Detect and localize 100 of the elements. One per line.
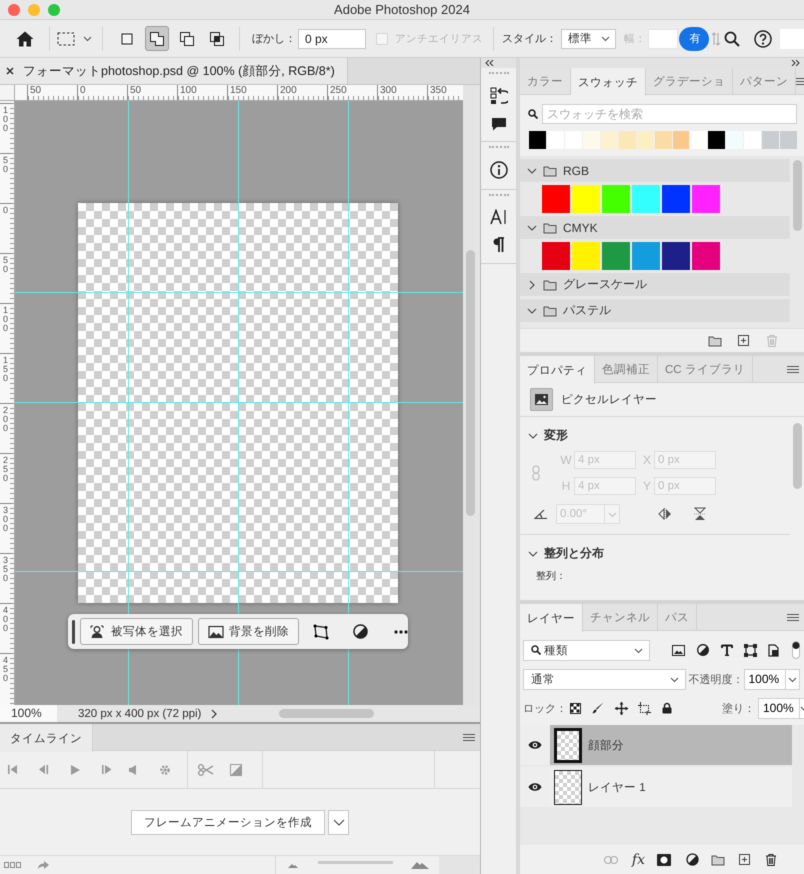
dropdown-button[interactable] xyxy=(328,810,349,834)
dashed-rectangle-icon[interactable] xyxy=(56,30,76,48)
menu-icon[interactable] xyxy=(787,364,799,374)
lock-transparency-icon[interactable] xyxy=(570,702,581,714)
panel-tab[interactable]: レイヤー xyxy=(520,604,583,632)
large-mountain-icon[interactable] xyxy=(411,861,430,869)
artboard-icon[interactable] xyxy=(638,702,651,714)
scrollbar-thumb[interactable] xyxy=(466,250,475,516)
menu-icon[interactable] xyxy=(787,612,799,622)
color-swatch[interactable] xyxy=(600,131,618,149)
chevron-icon[interactable] xyxy=(527,166,537,176)
scrollbar-thumb[interactable] xyxy=(793,423,802,489)
frames-icon[interactable] xyxy=(4,862,22,868)
swatch-group-header[interactable]: CMYK xyxy=(520,216,790,239)
menu-icon[interactable] xyxy=(463,732,475,742)
feather-field[interactable]: 0 px xyxy=(298,28,366,48)
expand-icon[interactable] xyxy=(791,60,800,66)
color-swatch[interactable] xyxy=(602,242,630,270)
transform-icon[interactable] xyxy=(313,624,329,640)
document-tab[interactable]: フォーマットphotoshop.psd @ 100% (顔部分, RGB/8*) xyxy=(0,58,348,84)
scrollbar-thumb[interactable] xyxy=(793,160,802,231)
chevron-icon[interactable] xyxy=(527,306,537,316)
color-swatch[interactable] xyxy=(632,242,660,270)
color-swatch[interactable] xyxy=(744,131,762,149)
color-swatch[interactable] xyxy=(546,131,564,149)
panel-tab[interactable]: プロパティ xyxy=(520,356,595,384)
lock-icon[interactable] xyxy=(662,702,672,714)
filter-toggle-icon[interactable] xyxy=(792,641,800,659)
home-icon[interactable] xyxy=(15,30,35,48)
color-swatch[interactable] xyxy=(636,131,654,149)
color-swatch[interactable] xyxy=(529,131,546,149)
layer-row[interactable]: 顔部分 xyxy=(520,725,792,765)
close-icon[interactable] xyxy=(6,67,14,75)
image-filter-icon[interactable] xyxy=(672,644,685,656)
shape-filter-icon[interactable] xyxy=(744,644,757,656)
flip-horizontal-icon[interactable] xyxy=(658,508,672,520)
color-swatch[interactable] xyxy=(572,185,600,213)
color-swatch[interactable] xyxy=(762,131,780,149)
color-swatch[interactable] xyxy=(572,242,600,270)
color-swatch[interactable] xyxy=(582,131,600,149)
color-swatch[interactable] xyxy=(602,185,630,213)
comment-icon[interactable] xyxy=(490,117,506,131)
width-field[interactable] xyxy=(648,28,678,48)
type-filter-icon[interactable] xyxy=(721,644,733,656)
color-swatch[interactable] xyxy=(692,185,720,213)
fill-field[interactable]: 100% xyxy=(758,698,799,718)
panel-tab[interactable]: タイムライン xyxy=(0,724,93,752)
adjustment-filter-icon[interactable] xyxy=(697,644,709,656)
chevron-icon[interactable] xyxy=(527,280,537,290)
contrast-icon[interactable] xyxy=(353,624,368,639)
new-layer-icon[interactable] xyxy=(738,853,751,866)
swatch-group-header[interactable]: パステル xyxy=(520,299,790,322)
panel-tab[interactable]: スウォッチ xyxy=(571,68,646,96)
chevron-icon[interactable] xyxy=(528,548,538,558)
search-icon[interactable] xyxy=(724,30,740,46)
brush-icon[interactable] xyxy=(592,702,604,714)
color-swatch[interactable] xyxy=(654,131,672,149)
move-icon[interactable] xyxy=(615,702,628,714)
help-icon[interactable] xyxy=(754,30,772,48)
trash-icon[interactable] xyxy=(764,852,778,866)
search-field[interactable]: スウォッチを検索 xyxy=(542,104,797,124)
task-bar-button[interactable]: 背景を削除 xyxy=(198,618,299,645)
folder-icon[interactable] xyxy=(708,334,722,346)
color-swatch[interactable] xyxy=(542,185,570,213)
style-dropdown[interactable]: 標準 xyxy=(561,28,616,48)
blend-mode-dropdown[interactable]: 通常 xyxy=(523,668,686,690)
color-swatch[interactable] xyxy=(662,185,690,213)
color-swatch[interactable] xyxy=(662,242,690,270)
flip-vertical-icon[interactable] xyxy=(694,507,706,521)
adjustment-layer-icon[interactable] xyxy=(686,853,699,866)
color-swatch[interactable] xyxy=(690,131,708,149)
color-swatch[interactable] xyxy=(726,131,744,149)
dropdown-button[interactable] xyxy=(784,668,800,690)
collapse-icon[interactable] xyxy=(485,60,494,66)
effects-button[interactable]: fx xyxy=(632,852,645,868)
color-swatch[interactable] xyxy=(708,131,726,149)
caret-icon[interactable] xyxy=(83,34,92,43)
eye-icon[interactable] xyxy=(528,782,542,792)
small-mountain-icon[interactable] xyxy=(288,862,298,868)
task-bar-button[interactable]: 被写体を選択 xyxy=(80,618,193,645)
filter-dropdown[interactable]: 種類 xyxy=(523,640,650,660)
color-swatch[interactable] xyxy=(672,131,690,149)
scrollbar-thumb[interactable] xyxy=(279,709,374,718)
character-icon[interactable] xyxy=(490,209,508,225)
selection-mode-button[interactable] xyxy=(145,26,169,51)
info-icon[interactable] xyxy=(490,161,508,179)
color-swatch[interactable] xyxy=(780,131,798,149)
color-swatch[interactable] xyxy=(632,185,660,213)
swatch-group-header[interactable]: RGB xyxy=(520,159,790,182)
skip-to-start-icon[interactable] xyxy=(8,765,18,774)
paragraph-icon[interactable] xyxy=(492,237,504,253)
smart-object-filter-icon[interactable] xyxy=(768,644,780,656)
pill-button[interactable]: 有 xyxy=(678,26,709,50)
history-icon[interactable] xyxy=(490,87,508,105)
color-swatch[interactable] xyxy=(692,242,720,270)
layer-row[interactable]: レイヤー 1 xyxy=(520,767,792,807)
color-swatch[interactable] xyxy=(542,242,570,270)
more-icon[interactable] xyxy=(394,630,408,634)
chevron-icon[interactable] xyxy=(527,222,537,232)
new-swatch-icon[interactable] xyxy=(737,334,750,347)
